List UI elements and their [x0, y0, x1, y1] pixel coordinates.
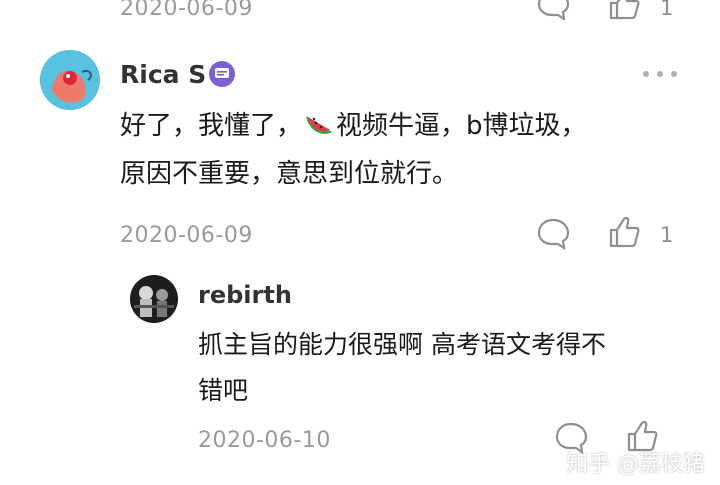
more-options-icon[interactable]: [642, 70, 678, 78]
comment-text-line: 抓主旨的能力很强啊 高考语文考得不: [198, 330, 606, 359]
avatar[interactable]: [40, 50, 100, 110]
comment-date: 2020-06-09: [120, 223, 253, 248]
watermelon-emoji-icon: [304, 110, 334, 138]
comment-date: 2020-06-09: [120, 0, 253, 21]
reply-icon[interactable]: [536, 0, 570, 20]
comment-text-part: 视频牛逼，b博垃圾，: [336, 111, 587, 141]
comment-text: 抓主旨的能力很强啊 高考语文考得不 错吧: [198, 322, 678, 414]
comment-text-part: 好了，我懂了，: [120, 111, 303, 141]
watermark: 知乎 @荔枝猪: [566, 452, 705, 477]
comment-author[interactable]: rebirth: [198, 281, 292, 309]
comment-author[interactable]: Rica S: [120, 60, 206, 89]
comment-text-line: 原因不重要，意思到位就行。: [120, 159, 459, 189]
avatar[interactable]: [130, 275, 178, 323]
like-count: 1: [660, 223, 674, 247]
reply-icon[interactable]: [536, 218, 570, 250]
like-icon[interactable]: [607, 216, 641, 248]
like-count: 1: [660, 0, 674, 20]
like-icon[interactable]: [607, 0, 641, 20]
comment-text: 好了，我懂了， 视频牛逼，b博垃圾， 原因不重要，意思到位就行。: [120, 102, 680, 198]
member-badge-icon: [208, 60, 236, 88]
comment-date: 2020-06-10: [198, 428, 331, 453]
comment-text-line: 错吧: [198, 376, 249, 405]
